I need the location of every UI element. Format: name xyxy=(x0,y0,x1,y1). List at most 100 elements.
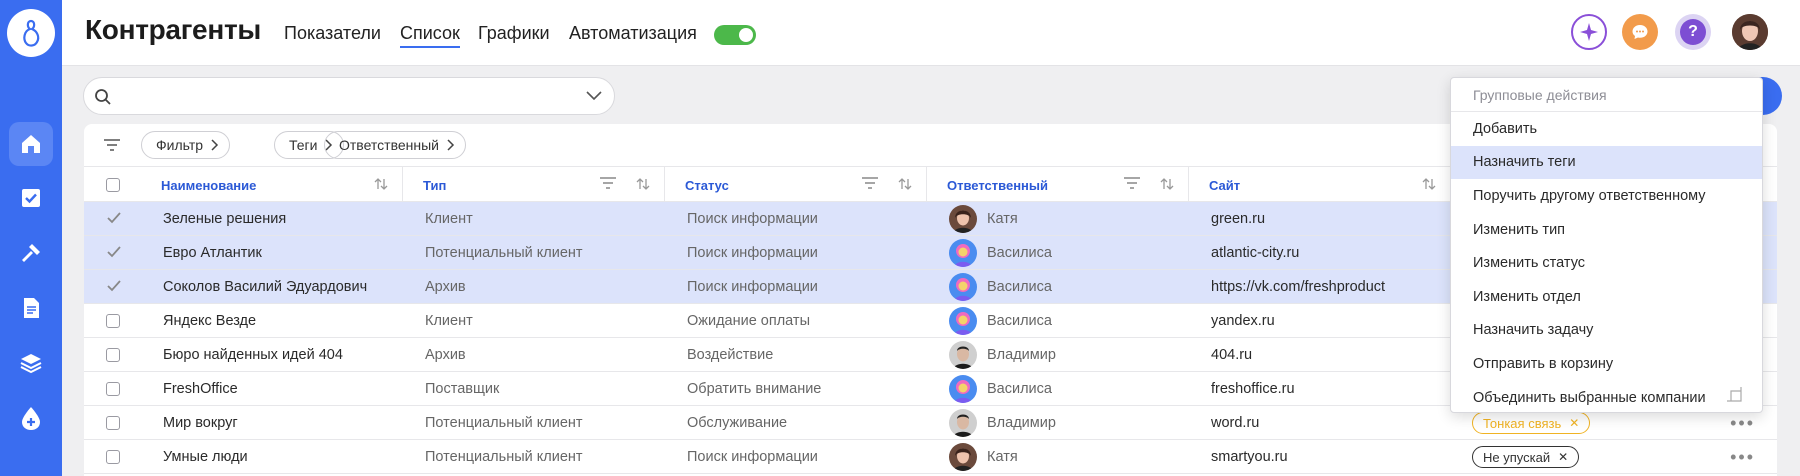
column-site[interactable]: Сайт xyxy=(1189,167,1451,203)
search-bar[interactable] xyxy=(83,77,615,115)
tag-remove-icon[interactable]: ✕ xyxy=(1558,450,1568,464)
sort-icon[interactable] xyxy=(1422,177,1436,191)
hammer-icon xyxy=(22,244,40,262)
home-icon xyxy=(22,135,40,153)
cell-name[interactable]: Бюро найденных идей 404 xyxy=(163,338,343,371)
cell-site[interactable]: freshoffice.ru xyxy=(1211,372,1295,405)
cell-type: Поставщик xyxy=(425,380,500,397)
tab-indicators[interactable]: Показатели xyxy=(284,23,381,44)
menu-item[interactable]: Добавить xyxy=(1451,112,1762,146)
nav-documents[interactable] xyxy=(9,286,53,330)
cell-type: Потенциальный клиент xyxy=(425,414,583,431)
filter-lines-icon[interactable] xyxy=(600,177,616,189)
cell-type: Потенциальный клиент xyxy=(425,244,583,261)
ai-assistant-button[interactable] xyxy=(1571,14,1607,50)
cell-name[interactable]: Мир вокруг xyxy=(163,406,238,439)
resize-handle-icon[interactable] xyxy=(1726,386,1742,402)
app-logo[interactable] xyxy=(7,9,55,57)
filter-lines-icon[interactable] xyxy=(1124,177,1140,189)
row-checkbox[interactable] xyxy=(106,348,120,362)
cell-status: Поиск информации xyxy=(687,210,818,227)
row-checkbox[interactable] xyxy=(106,416,120,430)
owner-avatar xyxy=(949,306,977,335)
user-avatar[interactable] xyxy=(1732,14,1768,50)
question-icon: ? xyxy=(1680,19,1706,45)
cell-name[interactable]: Умные люди xyxy=(163,440,248,473)
cell-site[interactable]: https://vk.com/freshproduct xyxy=(1211,270,1385,303)
tab-automation[interactable]: Автоматизация xyxy=(569,23,697,44)
tag-badge[interactable]: Не упускай ✕ xyxy=(1472,446,1580,468)
cell-status: Ожидание оплаты xyxy=(687,312,810,329)
table-row[interactable]: Умные люди Потенциальный клиент Поиск инфо… xyxy=(84,440,1777,474)
column-type[interactable]: Тип xyxy=(403,167,665,203)
top-header: Контрагенты Показатели Список Графики Ав… xyxy=(62,0,1800,66)
filter-lines-icon[interactable] xyxy=(104,139,120,151)
nav-catalog[interactable] xyxy=(9,341,53,385)
cell-type: Архив xyxy=(425,278,466,295)
menu-item[interactable]: Изменить отдел xyxy=(1451,280,1762,314)
sort-icon[interactable] xyxy=(898,177,912,191)
owner-name: Василиса xyxy=(987,278,1052,295)
row-checkbox[interactable] xyxy=(106,382,120,396)
cell-owner: Василиса xyxy=(949,304,1052,337)
chat-button[interactable] xyxy=(1622,14,1658,50)
filter-chip-owner[interactable]: Ответственный xyxy=(324,131,466,159)
sort-icon[interactable] xyxy=(374,177,388,191)
search-input[interactable] xyxy=(120,86,560,106)
chevron-down-icon[interactable] xyxy=(586,91,602,101)
more-icon[interactable]: ••• xyxy=(1730,414,1755,432)
menu-item[interactable]: Назначить теги xyxy=(1451,145,1762,180)
cell-name[interactable]: Зеленые решения xyxy=(163,202,286,235)
cell-site[interactable]: atlantic-city.ru xyxy=(1211,236,1299,269)
drop-plus-icon xyxy=(22,407,40,430)
select-all-checkbox[interactable] xyxy=(106,178,120,192)
row-checkbox[interactable] xyxy=(106,450,120,464)
menu-item[interactable]: Объединить выбранные компании xyxy=(1451,381,1762,415)
tab-charts[interactable]: Графики xyxy=(478,23,550,44)
cell-site[interactable]: 404.ru xyxy=(1211,338,1252,371)
more-icon[interactable]: ••• xyxy=(1730,448,1755,466)
cell-name[interactable]: Яндекс Везде xyxy=(163,304,256,337)
sort-icon[interactable] xyxy=(1160,177,1174,191)
cell-owner: Василиса xyxy=(949,270,1052,303)
nav-tasks[interactable] xyxy=(9,176,53,220)
row-checkbox[interactable] xyxy=(106,314,120,328)
tag-label: Не упускай xyxy=(1483,449,1551,465)
checkmark-icon[interactable] xyxy=(106,208,122,228)
tag-remove-icon[interactable]: ✕ xyxy=(1569,416,1579,430)
menu-item[interactable]: Поручить другому ответственному xyxy=(1451,179,1762,213)
column-owner[interactable]: Ответственный xyxy=(927,167,1189,203)
nav-add[interactable] xyxy=(9,396,53,440)
nav-deals[interactable] xyxy=(9,231,53,275)
cell-type: Потенциальный клиент xyxy=(425,448,583,465)
cell-name[interactable]: Евро Атлантик xyxy=(163,236,262,269)
chip-label: Фильтр xyxy=(156,137,204,153)
menu-item[interactable]: Отправить в корзину xyxy=(1451,347,1762,381)
cell-owner: Василиса xyxy=(949,372,1052,405)
filter-chip-filter[interactable]: Фильтр xyxy=(141,131,231,159)
filter-lines-icon[interactable] xyxy=(862,177,878,189)
automation-toggle[interactable] xyxy=(714,25,756,45)
sort-icon[interactable] xyxy=(636,177,650,191)
cell-site[interactable]: word.ru xyxy=(1211,406,1259,439)
menu-item[interactable]: Назначить задачу xyxy=(1451,314,1762,348)
checkmark-icon[interactable] xyxy=(106,242,122,262)
tab-list[interactable]: Список xyxy=(400,23,460,48)
cell-site[interactable]: smartyou.ru xyxy=(1211,440,1288,473)
menu-item[interactable]: Изменить статус xyxy=(1451,246,1762,280)
nav-home[interactable] xyxy=(9,122,53,166)
cell-name[interactable]: Соколов Василий Эдуардович xyxy=(163,270,367,303)
bulk-actions-menu: Групповые действия Добавить Назначить тег… xyxy=(1450,77,1763,413)
column-name[interactable]: Наименование xyxy=(141,167,403,203)
help-button[interactable]: ? xyxy=(1675,14,1711,50)
checkmark-icon[interactable] xyxy=(106,276,122,296)
cell-site[interactable]: green.ru xyxy=(1211,202,1265,235)
tag-badge[interactable]: Тонкая связь ✕ xyxy=(1472,412,1591,434)
menu-item[interactable]: Изменить тип xyxy=(1451,213,1762,247)
cell-owner: Катя xyxy=(949,202,1018,235)
cell-site[interactable]: yandex.ru xyxy=(1211,304,1275,337)
owner-name: Владимир xyxy=(987,346,1056,363)
cell-name[interactable]: FreshOffice xyxy=(163,372,238,405)
column-status[interactable]: Статус xyxy=(665,167,927,203)
user-photo-icon xyxy=(1732,14,1768,50)
